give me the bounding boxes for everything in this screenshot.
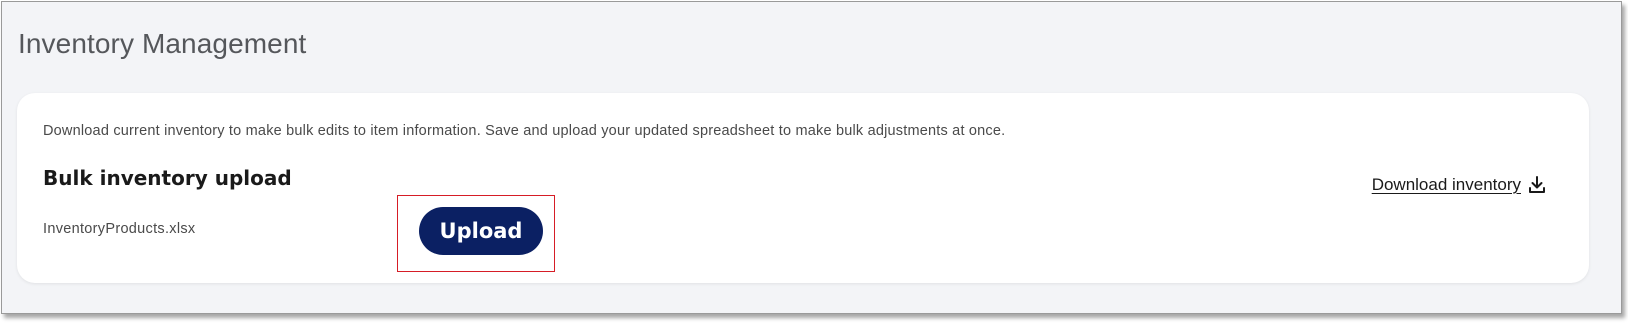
download-inventory-link[interactable]: Download inventory: [1372, 175, 1547, 195]
upload-button[interactable]: Upload: [419, 207, 543, 255]
app-window: Inventory Management Download current in…: [1, 1, 1622, 314]
download-icon: [1527, 175, 1547, 195]
section-title: Bulk inventory upload: [43, 166, 292, 190]
download-inventory-label: Download inventory: [1371, 175, 1521, 194]
selected-filename: InventoryProducts.xlsx: [43, 221, 196, 237]
card-description: Download current inventory to make bulk …: [43, 123, 1006, 139]
bulk-upload-card: Download current inventory to make bulk …: [17, 93, 1589, 283]
page-title: Inventory Management: [18, 28, 307, 59]
